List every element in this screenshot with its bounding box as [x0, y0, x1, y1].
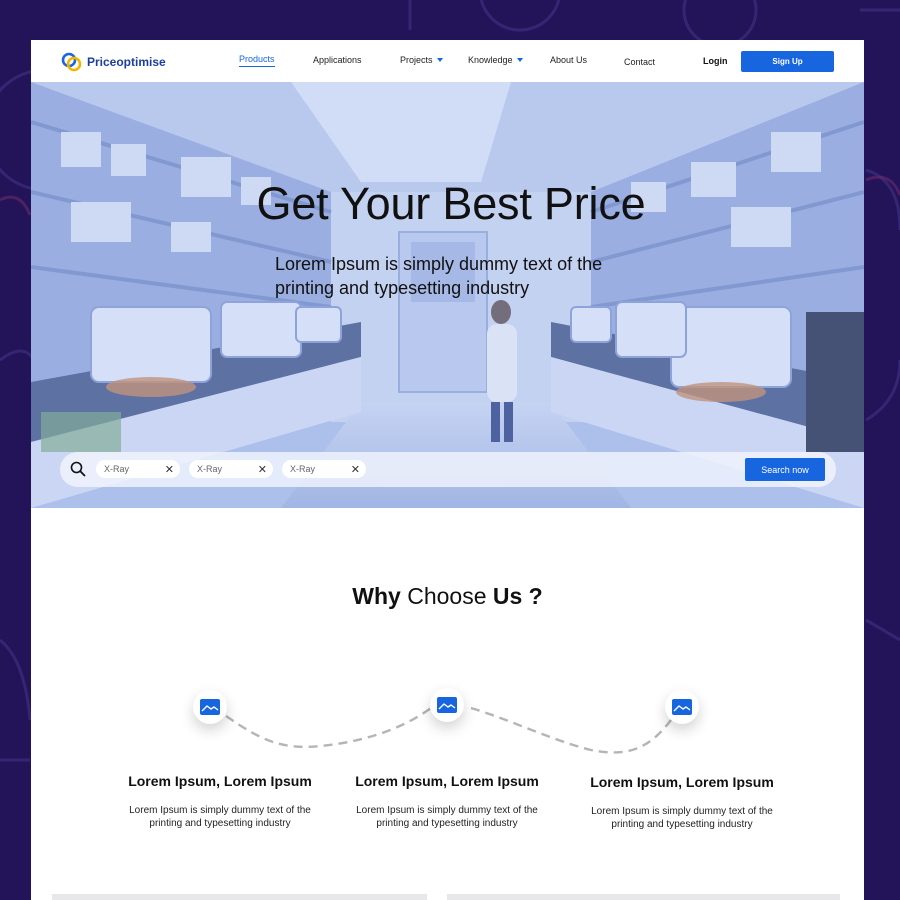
- close-icon[interactable]: ✕: [165, 463, 174, 476]
- search-icon[interactable]: [70, 461, 86, 477]
- nav-projects[interactable]: Projects: [400, 55, 443, 65]
- nav-about[interactable]: About Us: [550, 55, 587, 65]
- search-chip[interactable]: X-Ray ✕: [96, 460, 180, 478]
- close-icon[interactable]: ✕: [351, 463, 360, 476]
- chevron-down-icon: [436, 58, 443, 62]
- search-bar[interactable]: X-Ray ✕ X-Ray ✕ X-Ray ✕ Search now: [60, 452, 836, 487]
- chip-label: X-Ray: [104, 464, 130, 474]
- brand-name: Priceoptimise: [87, 55, 166, 69]
- signup-button[interactable]: Sign Up: [741, 51, 834, 72]
- nav-projects-label: Projects: [400, 55, 433, 65]
- feature-icon-2: [430, 688, 464, 722]
- nav-knowledge[interactable]: Knowledge: [468, 55, 523, 65]
- nav-products-label: Products: [239, 54, 275, 64]
- nav-knowledge-label: Knowledge: [468, 55, 513, 65]
- image-icon: [437, 697, 457, 713]
- chip-label: X-Ray: [197, 464, 223, 474]
- section-title-why-choose-us: Why Choose Us ?: [31, 583, 864, 610]
- close-icon[interactable]: ✕: [258, 463, 267, 476]
- feature-icon-1: [193, 690, 227, 724]
- nav-contact[interactable]: Contact: [624, 57, 655, 67]
- nav-products[interactable]: Products: [239, 54, 275, 67]
- hero-subtitle: Lorem Ipsum is simply dummy text of the …: [275, 254, 603, 298]
- nav-contact-label: Contact: [624, 57, 656, 67]
- top-navbar: Priceoptimise Products Applications Proj…: [31, 40, 864, 82]
- hero-title: Get Your Best Price: [256, 178, 646, 229]
- feature-desc-2: Lorem Ipsum is simply dummy text of the …: [356, 805, 538, 829]
- feature-title-3: Lorem Ipsum, Lorem Ipsum: [590, 774, 774, 790]
- feature-title-2: Lorem Ipsum, Lorem Ipsum: [355, 773, 539, 789]
- feature-desc-3: Lorem Ipsum is simply dummy text of the …: [591, 806, 773, 830]
- feature-desc-1: Lorem Ipsum is simply dummy text of the …: [129, 805, 311, 829]
- chip-label: X-Ray: [290, 464, 316, 474]
- search-chip[interactable]: X-Ray ✕: [189, 460, 273, 478]
- hero-section: Get Your Best Price Lorem Ipsum is simpl…: [31, 82, 864, 508]
- chevron-down-icon: [516, 58, 523, 62]
- nav-about-label: About Us: [550, 55, 588, 65]
- search-chip[interactable]: X-Ray ✕: [282, 460, 366, 478]
- image-icon: [200, 699, 220, 715]
- card-placeholder: [52, 894, 427, 900]
- nav-applications-label: Applications: [313, 55, 362, 65]
- title-bold-why: Why: [352, 583, 401, 609]
- feature-icon-3: [665, 690, 699, 724]
- image-icon: [672, 699, 692, 715]
- card-placeholder: [447, 894, 840, 900]
- search-now-button[interactable]: Search now: [745, 458, 825, 481]
- brand-logo[interactable]: Priceoptimise: [61, 51, 166, 73]
- title-regular-choose: Choose: [407, 583, 487, 609]
- nav-applications[interactable]: Applications: [313, 55, 362, 65]
- title-bold-us: Us ?: [492, 583, 543, 609]
- login-link[interactable]: Login: [703, 56, 728, 66]
- feature-title-1: Lorem Ipsum, Lorem Ipsum: [128, 773, 312, 789]
- logo-icon: [61, 52, 82, 72]
- webpage-mockup: Priceoptimise Products Applications Proj…: [31, 40, 864, 900]
